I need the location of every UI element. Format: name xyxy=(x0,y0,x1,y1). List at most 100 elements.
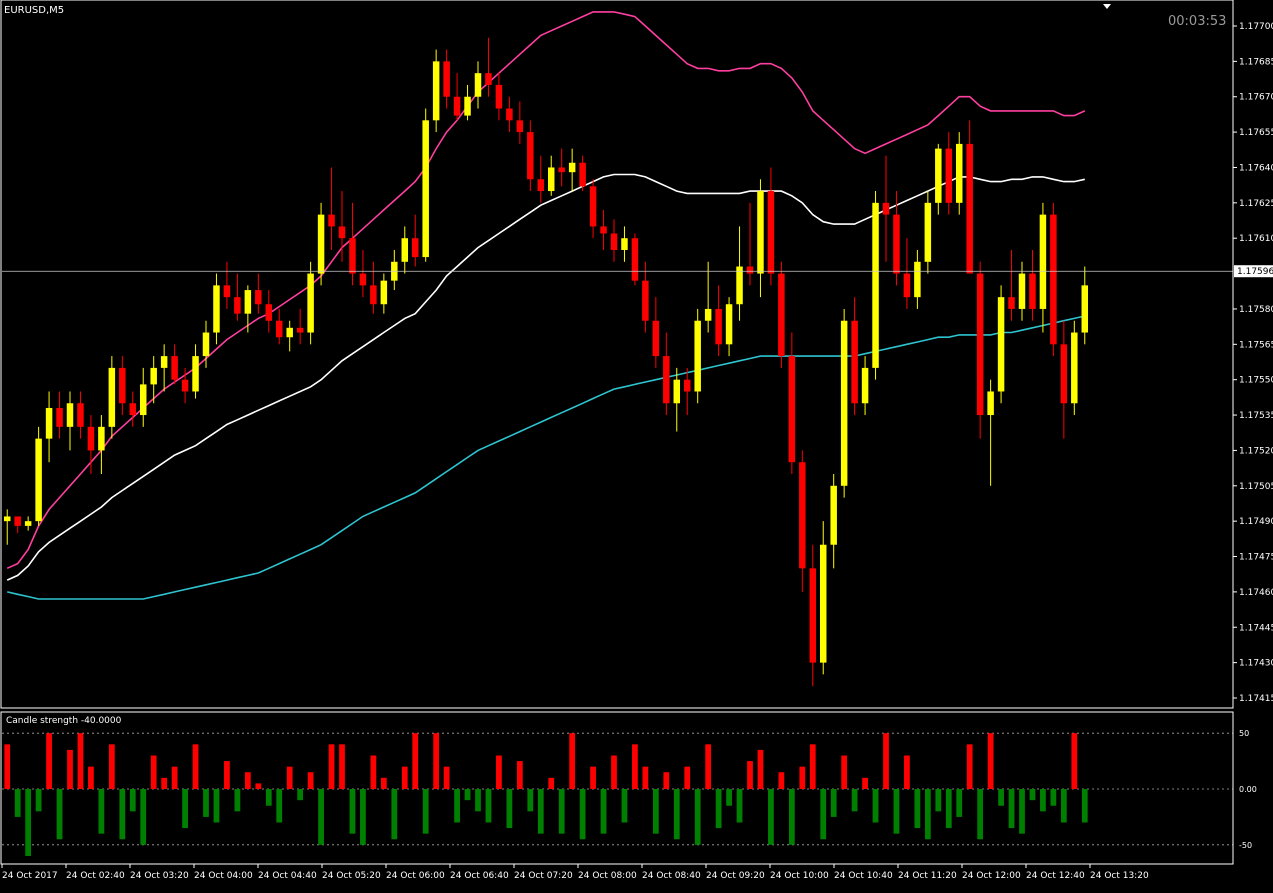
bear-candle xyxy=(945,148,953,203)
ma-slow-line xyxy=(7,315,1085,600)
bear-candle xyxy=(77,403,84,427)
histogram-bar-negative xyxy=(673,789,680,840)
histogram-bar-negative xyxy=(998,789,1004,806)
histogram-bar-positive xyxy=(611,755,617,789)
histogram-bar-negative xyxy=(234,789,241,812)
histogram-bar-negative xyxy=(1029,789,1036,801)
histogram-bar-negative xyxy=(893,789,900,834)
bear-candle xyxy=(296,327,304,333)
bull-candle xyxy=(24,521,32,526)
histogram-bar-negative xyxy=(579,789,586,840)
timer-label: 00:03:53 xyxy=(1168,14,1226,29)
bear-candle xyxy=(275,320,283,338)
bear-candle xyxy=(600,226,607,234)
indicator-level-label: -50 xyxy=(1239,841,1252,850)
histogram-bar-negative xyxy=(464,789,471,801)
bull-candle xyxy=(98,426,105,451)
time-tick-label: 24 Oct 10:00 xyxy=(770,871,829,881)
bull-candle xyxy=(35,438,42,522)
histogram-bar-negative xyxy=(945,789,952,829)
bear-candle xyxy=(631,238,639,281)
histogram-bar-positive xyxy=(883,733,889,789)
time-tick-label: 24 Oct 2017 xyxy=(2,871,58,881)
price-tick-label: 1.17655 xyxy=(1239,128,1273,138)
time-tick-label: 24 Oct 07:20 xyxy=(514,871,573,881)
time-tick-label: 24 Oct 08:40 xyxy=(642,871,701,881)
bear-candle xyxy=(506,108,513,121)
indicator-pane[interactable] xyxy=(2,732,1233,856)
bull-candle xyxy=(192,356,199,392)
histogram-bar-positive xyxy=(255,783,262,789)
bull-candle xyxy=(474,73,482,97)
histogram-bar-negative xyxy=(956,789,963,817)
bull-candle xyxy=(736,266,743,305)
price-tick-label: 1.17610 xyxy=(1239,234,1273,244)
chart-canvas[interactable]: 1.17700 1.17685 1.17670 1.17655 1.17640 1.176… xyxy=(0,0,1273,889)
bull-candle xyxy=(673,379,681,404)
histogram-bar-negative xyxy=(830,789,837,817)
bear-candle xyxy=(234,297,241,314)
histogram-bar-positive xyxy=(77,733,84,789)
histogram-bar-negative xyxy=(56,789,63,840)
indicator-pane-border xyxy=(0,711,1234,865)
bear-candle xyxy=(119,367,126,404)
bull-candle xyxy=(317,214,325,274)
bull-candle xyxy=(213,285,220,333)
histogram-bar-positive xyxy=(307,772,314,789)
bear-candle xyxy=(589,186,597,227)
bear-candle xyxy=(715,308,722,345)
bear-candle xyxy=(746,266,754,274)
bull-candle xyxy=(955,143,963,203)
bear-candle xyxy=(558,167,565,173)
time-tick-label: 24 Oct 04:40 xyxy=(258,871,317,881)
price-tick-label: 1.17505 xyxy=(1239,482,1273,492)
bull-candle xyxy=(568,162,576,173)
bull-candle xyxy=(108,367,116,427)
histogram-bar-positive xyxy=(862,777,868,789)
price-tick-label: 1.17700 xyxy=(1239,22,1273,32)
bear-candle xyxy=(851,320,858,404)
price-tick-label: 1.17670 xyxy=(1239,93,1273,103)
indicator-level-label: 0.00 xyxy=(1239,785,1257,794)
bear-candle xyxy=(171,356,178,380)
bear-candle xyxy=(129,403,137,416)
histogram-bar-positive xyxy=(46,733,52,789)
histogram-bar-negative xyxy=(558,789,565,834)
histogram-bar-negative xyxy=(851,789,858,812)
histogram-bar-positive xyxy=(642,766,649,789)
histogram-bar-negative xyxy=(485,789,492,823)
chart-shift-icon[interactable] xyxy=(1103,4,1111,9)
bull-candle xyxy=(872,202,879,368)
histogram-bar-negative xyxy=(25,789,32,856)
bull-candle xyxy=(830,485,837,545)
histogram-bar-negative xyxy=(422,789,429,834)
bull-candle xyxy=(694,320,701,392)
bear-candle xyxy=(1008,297,1015,309)
indicator-title: Candle strength -40.0000 xyxy=(6,716,122,726)
price-pane-border xyxy=(0,0,1234,709)
histogram-bar-negative xyxy=(35,789,42,812)
bull-candle xyxy=(422,120,429,258)
histogram-bar-positive xyxy=(1071,733,1078,789)
bear-candle xyxy=(778,273,785,357)
bull-candle xyxy=(1039,214,1047,309)
bear-candle xyxy=(453,96,461,116)
histogram-bar-negative xyxy=(872,789,879,823)
histogram-bar-negative xyxy=(182,789,188,829)
bear-candle xyxy=(1029,273,1036,309)
bear-candle xyxy=(610,233,618,250)
bull-candle xyxy=(45,407,53,439)
price-tick-label: 1.17430 xyxy=(1239,659,1273,669)
histogram-bar-negative xyxy=(265,789,272,806)
time-tick-label: 24 Oct 10:40 xyxy=(834,871,893,881)
histogram-bar-negative xyxy=(129,789,136,812)
bear-candle xyxy=(1050,214,1057,345)
histogram-bar-positive xyxy=(966,744,973,789)
bear-candle xyxy=(485,73,492,85)
histogram-bar-positive xyxy=(380,777,387,789)
bull-candle xyxy=(725,304,733,345)
price-pane[interactable] xyxy=(2,11,1233,687)
histogram-bar-negative xyxy=(1050,789,1057,806)
time-tick-label: 24 Oct 04:00 xyxy=(194,871,253,881)
chart-window[interactable]: 1.17700 1.17685 1.17670 1.17655 1.17640 1.176… xyxy=(0,0,1273,889)
